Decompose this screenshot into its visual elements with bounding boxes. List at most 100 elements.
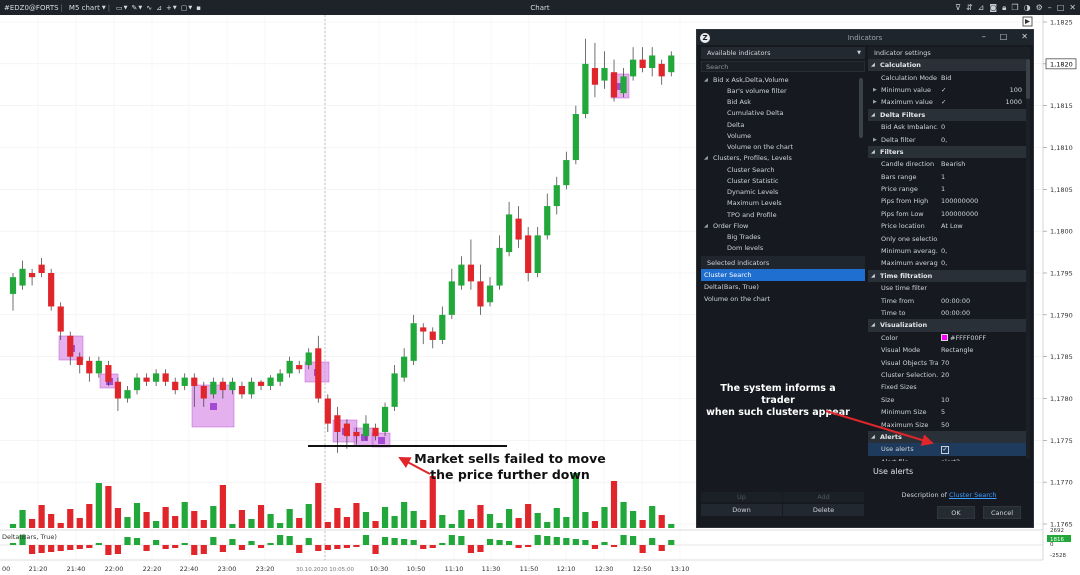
setting-row[interactable]: Use time filter <box>868 282 1030 294</box>
setting-row[interactable]: Visual Objects Tra...70 <box>868 356 1030 368</box>
setting-row[interactable]: Visual Mode Rectangle <box>868 344 1030 356</box>
time-axis[interactable]: 00 21:20 21:40 22:00 22:20 22:40 23:00 23:20 30.… <box>0 559 1043 573</box>
setting-value[interactable]: Rectangle <box>938 346 1030 354</box>
setting-row[interactable]: Bars range 1 <box>868 171 1030 183</box>
tree-group[interactable]: ◢ Bid x Ask,Delta,Volume <box>701 74 865 85</box>
settings-section[interactable]: ◢ Filters <box>868 145 1030 159</box>
setting-row[interactable]: Pips from High 100000000 <box>868 195 1030 207</box>
setting-row[interactable]: Time from 00:00:00 <box>868 294 1030 306</box>
tree-item[interactable]: Big Trades <box>701 232 865 243</box>
available-indicators-list[interactable]: ◢ Bid x Ask,Delta,Volume Bar's volume filt… <box>701 74 865 252</box>
tree-item[interactable]: Dynamic Levels <box>701 187 865 198</box>
tree-item[interactable]: Delta <box>701 119 865 130</box>
delete-button[interactable]: Delete <box>783 504 864 516</box>
setting-row[interactable]: Use alerts ✓ <box>868 443 1030 456</box>
setting-row[interactable]: Minimum averag... 0, <box>868 245 1030 257</box>
setting-row[interactable]: ▶ Maximum value ✓ 1000 <box>868 96 1030 108</box>
settings-icon[interactable]: ⚙ <box>1036 3 1043 12</box>
setting-value[interactable]: 0, <box>938 247 1030 255</box>
setting-row[interactable]: Cluster Selection... 20 <box>868 369 1030 381</box>
filter-icon[interactable]: ⊽ <box>955 3 961 12</box>
setting-value[interactable]: ✓ <box>938 445 1030 454</box>
setting-value[interactable]: 1 <box>938 173 1030 181</box>
maximize-button[interactable]: □ <box>1057 3 1065 12</box>
setting-value[interactable]: Bid <box>938 74 1030 82</box>
settings-section[interactable]: ◢ Visualization <box>868 319 1030 332</box>
tree-item[interactable]: Dom levels <box>701 243 865 252</box>
tree-group[interactable]: ◢ Clusters, Profiles, Levels <box>701 153 865 164</box>
more-button[interactable]: ▪ <box>196 4 201 12</box>
setting-row[interactable]: Pips fom Low 100000000 <box>868 208 1030 220</box>
cancel-button[interactable]: Cancel <box>983 506 1021 519</box>
setting-value[interactable]: ✓ 1000 <box>938 98 1030 106</box>
selected-indicator-item[interactable]: Delta(Bars, True) <box>701 281 865 293</box>
down-button[interactable]: Down <box>701 504 782 516</box>
symbol-selector[interactable]: #EDZ0@FORTS <box>4 4 59 12</box>
setting-value[interactable]: 70 <box>938 359 1030 367</box>
timeframe-selector[interactable]: M5 chart ▼ <box>69 4 106 12</box>
setting-row[interactable]: Calculation Mode Bid <box>868 71 1030 83</box>
cluster-search-link[interactable]: Cluster Search <box>949 491 996 499</box>
lock-icon[interactable]: 🔒︎ <box>1002 3 1006 13</box>
setting-value[interactable]: ✓ 100 <box>938 86 1030 94</box>
setting-value[interactable]: 00:00:00 <box>938 309 1030 317</box>
chart-type-button[interactable]: ▭ ▼ <box>116 4 127 12</box>
draw-tool-button[interactable]: ✎ ▼ <box>132 4 143 12</box>
setting-row[interactable]: ▶ Delta filter 0, <box>868 133 1030 145</box>
setting-value[interactable]: alert2 <box>938 458 1030 461</box>
setting-row[interactable]: Color #FFFF00FF <box>868 332 1030 344</box>
close-button[interactable]: ✕ <box>1069 3 1076 12</box>
add-button[interactable]: Add <box>783 492 864 502</box>
setting-row[interactable]: ▶ Minimum value ✓ 100 <box>868 84 1030 96</box>
settings-section[interactable]: ◢ Delta Filters <box>868 108 1030 121</box>
setting-row[interactable]: Maximum averag... 0, <box>868 257 1030 269</box>
setting-row[interactable]: Fixed Sizes <box>868 381 1030 393</box>
template-button[interactable]: ▢ ▼ <box>181 4 192 12</box>
up-button[interactable]: Up <box>701 492 782 502</box>
setting-row[interactable]: Only one selectio... <box>868 232 1030 244</box>
setting-row[interactable]: Maximum Size 50 <box>868 418 1030 430</box>
setting-value[interactable]: 10 <box>938 396 1030 404</box>
maximize-button[interactable]: □ <box>1000 32 1008 41</box>
settings-section[interactable]: ◢ Alerts <box>868 430 1030 444</box>
crosshair-button[interactable]: + ▼ <box>166 4 177 12</box>
tree-item[interactable]: Cluster Statistic <box>701 175 865 186</box>
setting-value[interactable]: Bearish <box>938 160 1030 168</box>
setting-value[interactable]: 20 <box>938 371 1030 379</box>
setting-value[interactable]: #FFFF00FF <box>938 334 1030 342</box>
setting-value[interactable]: 0, <box>938 136 1030 144</box>
tree-item[interactable]: Bid Ask <box>701 97 865 108</box>
tree-item[interactable]: Maximum Levels <box>701 198 865 209</box>
setting-value[interactable]: 100000000 <box>938 197 1030 205</box>
tree-item[interactable]: Volume on the chart <box>701 142 865 153</box>
camera-icon[interactable]: ◙ <box>989 3 997 12</box>
setting-row[interactable]: Price range 1 <box>868 183 1030 195</box>
ok-button[interactable]: OK <box>937 506 975 519</box>
close-button[interactable]: ✕ <box>1021 32 1028 41</box>
setting-row[interactable]: Bid Ask Imbalanc... 0 <box>868 121 1030 133</box>
tree-item[interactable]: Bar's volume filter <box>701 85 865 96</box>
color-swatch[interactable] <box>941 334 948 342</box>
setting-row[interactable]: Time to 00:00:00 <box>868 307 1030 319</box>
setting-value[interactable]: 100000000 <box>938 210 1030 218</box>
setting-value[interactable]: 50 <box>938 421 1030 429</box>
copy-icon[interactable]: ❐ <box>1011 3 1018 12</box>
color-icon[interactable]: ◑ <box>1024 3 1031 12</box>
settings-grid[interactable]: ◢ Calculation Calculation Mode Bid ▶ Minimum … <box>868 59 1030 461</box>
use-alerts-checkbox[interactable]: ✓ <box>941 445 949 454</box>
minimize-button[interactable]: – <box>1048 3 1052 12</box>
setting-row[interactable]: Size 10 <box>868 394 1030 406</box>
setting-value[interactable]: 00:00:00 <box>938 297 1030 305</box>
setting-value[interactable]: 0 <box>938 123 1030 131</box>
tree-item[interactable]: Cluster Search <box>701 164 865 175</box>
tree-item[interactable]: Cumulative Delta <box>701 108 865 119</box>
tree-item[interactable]: Volume <box>701 130 865 141</box>
available-indicators-dropdown[interactable]: Available indicators ▼ <box>701 47 865 59</box>
tree-item[interactable]: TPO and Profile <box>701 209 865 220</box>
settings-section[interactable]: ◢ Calculation <box>868 59 1030 72</box>
scrollbar-thumb[interactable] <box>859 78 863 138</box>
tool-button[interactable]: ⊿ <box>156 4 162 12</box>
setting-row[interactable]: Minimum Size 5 <box>868 406 1030 418</box>
setting-row[interactable]: Price location At Low <box>868 220 1030 232</box>
setting-row[interactable]: Candle direction Bearish <box>868 158 1030 170</box>
